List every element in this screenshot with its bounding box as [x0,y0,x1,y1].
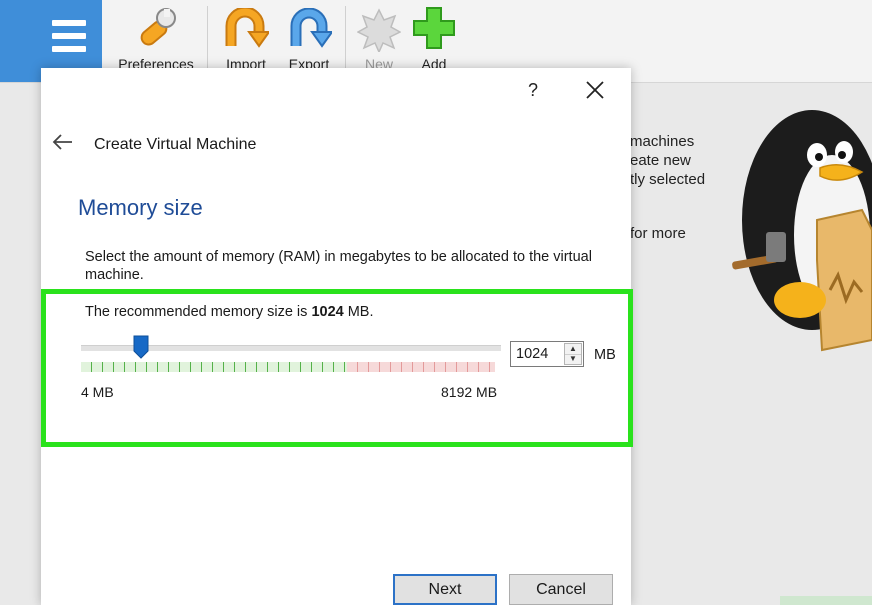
export-icon [290,8,332,48]
description-text: Select the amount of memory (RAM) in meg… [85,249,592,283]
memory-unit-label: MB [594,347,616,363]
memory-spinbox[interactable]: ▲ ▼ [510,341,584,367]
slider-max-label: 8192 MB [441,384,498,400]
section-title: Memory size [78,195,203,220]
close-icon[interactable] [583,78,607,102]
spin-buttons: ▲ ▼ [564,343,582,365]
recommended-memory-text: The recommended memory size is 1024 MB. [85,304,374,320]
slider-safe-range [81,362,347,372]
recommended-prefix: The recommended memory size is [85,304,312,320]
help-button[interactable]: ? [521,78,545,102]
toolbar-separator [207,6,208,70]
next-button[interactable]: Next [393,574,497,605]
slider-warning-range [347,362,495,372]
recommended-suffix: MB. [343,304,374,320]
dialog-title: Create Virtual Machine [94,136,257,153]
toolbar-separator [345,6,346,70]
spin-down-icon[interactable]: ▼ [565,354,581,364]
import-icon [225,8,269,48]
list-menu-icon [52,20,86,54]
memory-value-input[interactable] [511,342,563,366]
cancel-button[interactable]: Cancel [509,574,613,605]
recommended-value: 1024 [311,304,344,320]
penguin-mascot-image [732,110,872,352]
slider-min-label: 4 MB [81,384,114,400]
back-arrow-icon[interactable] [52,134,74,150]
memory-slider-ticks [81,362,495,372]
memory-slider-handle[interactable] [133,335,149,359]
status-strip [780,596,872,605]
new-icon [357,8,401,52]
create-vm-dialog: ? Create Virtual Machine Memory size Sel… [41,68,633,605]
preferences-icon [140,8,176,46]
add-icon [413,7,455,49]
